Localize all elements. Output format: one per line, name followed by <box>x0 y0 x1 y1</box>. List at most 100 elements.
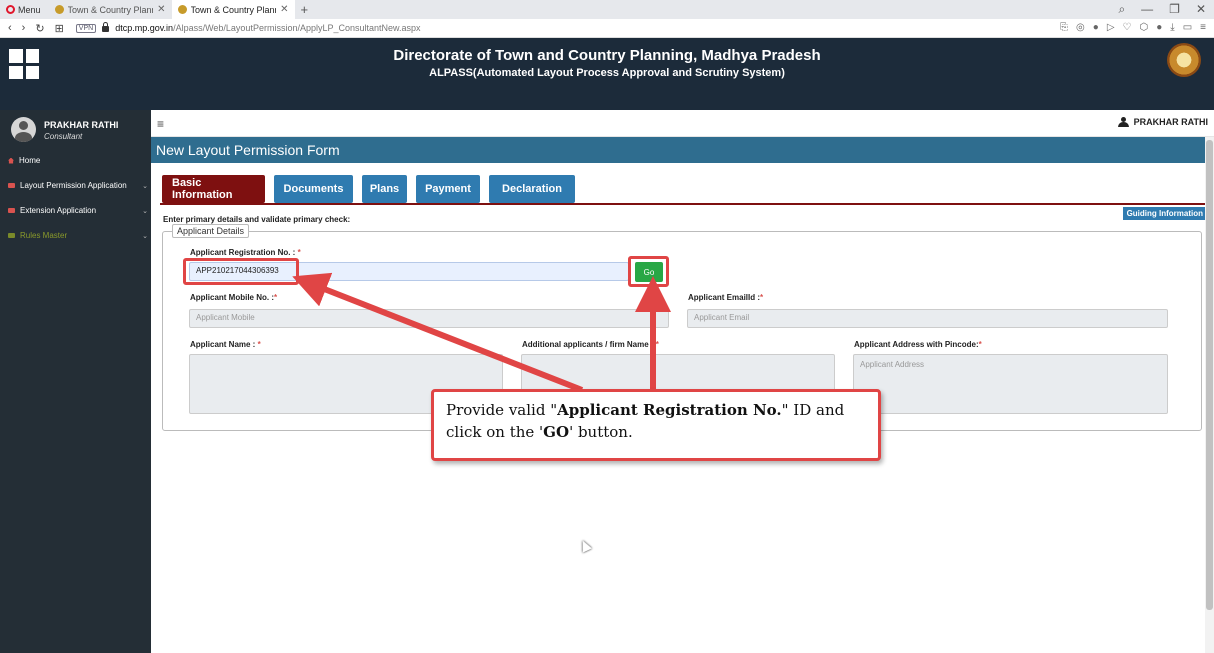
sidebar-item-label: Rules Master <box>20 231 68 240</box>
callout-bold-text: Applicant Registration No. <box>557 401 782 419</box>
browser-menu-label: Menu <box>18 4 41 15</box>
top-bar: ≡ PRAKHAR RATHI <box>151 110 1214 137</box>
app-title: Directorate of Town and Country Planning… <box>393 47 821 64</box>
email-input[interactable]: Applicant Email <box>687 309 1168 328</box>
app-subtitle: ALPASS(Automated Layout Process Approval… <box>429 67 785 79</box>
sidebar-user: PRAKHAR RATHI Consultant <box>11 117 118 142</box>
state-emblem-icon <box>1167 43 1201 77</box>
tab-underline <box>160 203 1205 205</box>
tab-basic-information[interactable]: Basic Information <box>162 175 265 203</box>
mobile-label: Applicant Mobile No. :* <box>190 293 277 302</box>
shield-icon[interactable]: ● <box>1093 22 1099 33</box>
page-scrollbar[interactable] <box>1205 137 1214 653</box>
sidebar-item-layout-permission[interactable]: Layout Permission Application ⌄ <box>8 181 148 190</box>
primary-details-instruction: Enter primary details and validate prima… <box>163 215 351 224</box>
top-user-name: PRAKHAR RATHI <box>1133 117 1208 127</box>
site-favicon-icon <box>177 5 187 14</box>
scrollbar-thumb[interactable] <box>1206 140 1213 610</box>
close-tab-icon[interactable]: ✕ <box>280 4 288 15</box>
guiding-information-button[interactable]: Guiding Information <box>1122 207 1207 220</box>
applicant-name-label: Applicant Name : * <box>190 340 261 349</box>
required-mark: * <box>978 340 982 349</box>
tab-documents[interactable]: Documents <box>274 175 353 203</box>
callout-text: ' button. <box>569 423 633 441</box>
user-icon <box>1117 117 1129 127</box>
lock-icon <box>102 22 110 32</box>
extension-icons: ⎘ ◎ ● ▷ ♡ ⬡ ● ⤓ ▭ ≡ <box>1060 22 1206 33</box>
url-domain: dtcp.mp.gov.in <box>115 23 174 33</box>
required-mark: * <box>760 293 764 302</box>
address-label-text: Applicant Address with Pincode: <box>854 340 979 349</box>
registration-highlight-box <box>183 258 299 285</box>
reload-icon[interactable]: ↻ <box>35 22 44 35</box>
snapshot-icon[interactable]: ⎘ <box>1060 22 1068 33</box>
required-mark: * <box>655 340 659 349</box>
box-icon[interactable]: ⬡ <box>1140 22 1149 33</box>
address-label: Applicant Address with Pincode:* <box>854 340 982 349</box>
vpn-badge[interactable]: VPN <box>75 23 97 33</box>
chevron-down-icon: ⌄ <box>142 182 148 190</box>
address-textarea[interactable]: Applicant Address <box>853 354 1168 414</box>
avatar <box>11 117 36 142</box>
sidebar-item-home[interactable]: Home <box>8 156 148 165</box>
registration-no-label-text: Applicant Registration No. : <box>190 248 298 257</box>
mobile-input[interactable]: Applicant Mobile <box>189 309 669 328</box>
go-highlight-box <box>628 256 669 287</box>
sidebar-item-label: Extension Application <box>20 206 97 215</box>
easy-setup-icon[interactable]: ≡ <box>1200 22 1206 33</box>
app-header: Directorate of Town and Country Planning… <box>0 38 1214 110</box>
additional-applicants-label-text: Additional applicants / firm Name : <box>522 340 656 349</box>
minimize-icon[interactable]: — <box>1141 2 1153 17</box>
sidebar-user-name: PRAKHAR RATHI <box>44 120 119 130</box>
email-label: Applicant EmailId :* <box>688 293 763 302</box>
folder-icon <box>8 183 15 188</box>
top-user-menu[interactable]: PRAKHAR RATHI <box>1117 117 1208 127</box>
form-tabs: Basic Information Documents Plans Paymen… <box>162 175 575 203</box>
sidebar-item-rules-master[interactable]: Rules Master ⌄ <box>8 231 148 240</box>
sidebar-item-label: Home <box>19 156 41 165</box>
mobile-label-text: Applicant Mobile No. : <box>190 293 274 302</box>
camera-icon[interactable]: ◎ <box>1076 22 1085 33</box>
instruction-callout: Provide valid "Applicant Registration No… <box>431 389 881 461</box>
folder-icon <box>8 233 15 238</box>
battery-icon[interactable]: ▭ <box>1183 22 1192 33</box>
play-icon[interactable]: ▷ <box>1107 22 1115 33</box>
browser-addressbar: ‹ › ↻ ⊞ VPN dtcp.mp.gov.in/Alpass/Web/La… <box>0 19 1214 38</box>
browser-tab-active[interactable]: Town & Country Planning ✕ <box>171 0 295 19</box>
form-title-bar: New Layout Permission Form <box>151 137 1214 163</box>
browser-menu-button[interactable]: Menu <box>0 5 49 15</box>
sidebar-item-label: Layout Permission Application <box>20 181 127 190</box>
required-mark: * <box>257 340 261 349</box>
close-tab-icon[interactable]: ✕ <box>157 4 165 15</box>
tab-payment[interactable]: Payment <box>416 175 480 203</box>
callout-text: Provide valid " <box>446 401 558 419</box>
applicant-name-label-text: Applicant Name : <box>190 340 258 349</box>
window-controls: ⌕ — ❐ ✕ <box>1118 2 1206 17</box>
heart-icon[interactable]: ♡ <box>1123 22 1132 33</box>
url-path: /Alpass/Web/LayoutPermission/ApplyLP_Con… <box>173 23 421 33</box>
forward-icon[interactable]: › <box>22 22 26 35</box>
restore-icon[interactable]: ❐ <box>1169 2 1180 17</box>
tab-declaration[interactable]: Declaration <box>489 175 575 203</box>
tab-plans[interactable]: Plans <box>362 175 407 203</box>
email-label-text: Applicant EmailId : <box>688 293 761 302</box>
callout-bold-text: GO <box>543 423 570 441</box>
hamburger-menu-icon[interactable]: ≡ <box>157 117 164 131</box>
speed-dial-icon[interactable]: ⊞ <box>55 22 64 35</box>
browser-tabbar: Menu Town & Country Planning ✕ Town & Co… <box>0 0 1214 19</box>
download-icon[interactable]: ⤓ <box>1170 22 1174 33</box>
close-window-icon[interactable]: ✕ <box>1196 2 1206 17</box>
sidebar: PRAKHAR RATHI Consultant Home Layout Per… <box>0 110 151 653</box>
search-tabs-icon[interactable]: ⌕ <box>1118 2 1125 17</box>
url-field[interactable]: dtcp.mp.gov.in/Alpass/Web/LayoutPermissi… <box>115 23 420 33</box>
registration-no-label: Applicant Registration No. : * <box>190 248 301 257</box>
profile-icon[interactable]: ● <box>1156 22 1162 33</box>
back-icon[interactable]: ‹ <box>8 22 12 35</box>
site-favicon-icon <box>54 5 64 14</box>
additional-applicants-label: Additional applicants / firm Name : * <box>522 340 659 349</box>
new-tab-button[interactable]: + <box>295 2 315 17</box>
sidebar-item-extension[interactable]: Extension Application ⌄ <box>8 206 148 215</box>
home-icon <box>8 157 14 164</box>
browser-tab[interactable]: Town & Country Planning ✕ <box>49 0 172 19</box>
browser-tab-title: Town & Country Planning <box>190 4 277 15</box>
